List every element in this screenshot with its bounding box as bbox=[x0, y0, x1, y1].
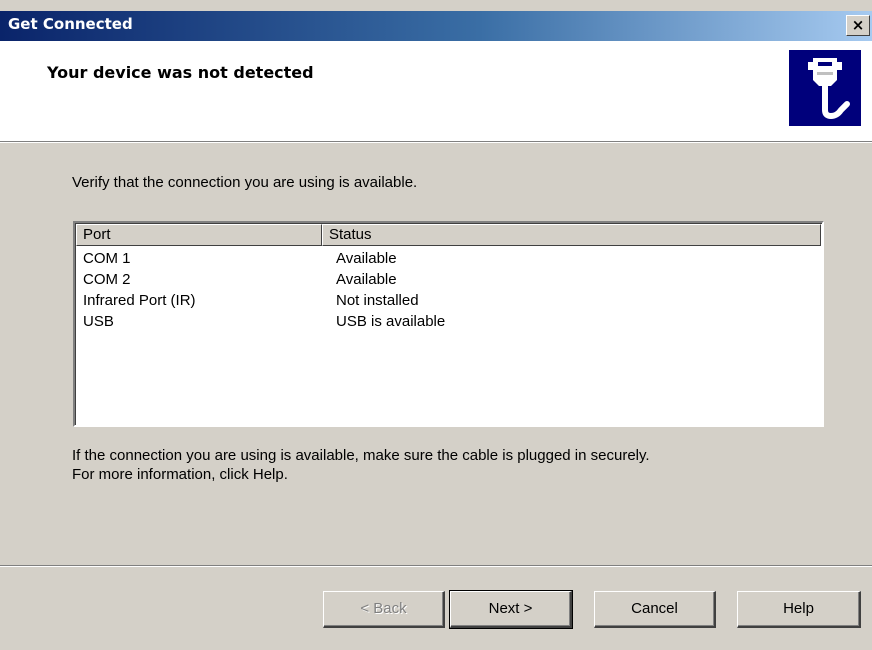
next-button[interactable]: Next > bbox=[449, 590, 573, 629]
column-header-port[interactable]: Port bbox=[76, 224, 322, 246]
port-name: COM 1 bbox=[83, 250, 131, 267]
footer-separator-highlight bbox=[0, 566, 872, 567]
port-status: Available bbox=[336, 271, 397, 288]
port-status: USB is available bbox=[336, 313, 446, 330]
column-header-status[interactable]: Status bbox=[322, 224, 821, 246]
cancel-button[interactable]: Cancel bbox=[594, 591, 716, 628]
port-name: Infrared Port (IR) bbox=[83, 292, 196, 309]
port-name: COM 2 bbox=[83, 271, 131, 288]
help-text-line-2: For more information, click Help. bbox=[72, 466, 288, 483]
list-item[interactable]: COM 1 Available bbox=[75, 250, 820, 269]
port-name: USB bbox=[83, 313, 114, 330]
intro-text: Verify that the connection you are using… bbox=[72, 174, 418, 191]
port-status: Not installed bbox=[336, 292, 419, 309]
get-connected-dialog: Get Connected × Your device was not dete… bbox=[0, 0, 872, 650]
window-title: Get Connected bbox=[8, 15, 133, 33]
wizard-header: Your device was not detected bbox=[0, 41, 872, 141]
port-list-header: Port Status bbox=[76, 224, 821, 246]
back-button[interactable]: < Back bbox=[323, 591, 445, 628]
list-item[interactable]: Infrared Port (IR) Not installed bbox=[75, 292, 820, 311]
help-button[interactable]: Help bbox=[737, 591, 861, 628]
help-text: If the connection you are using is avail… bbox=[72, 446, 650, 484]
port-list[interactable]: Port Status COM 1 Available COM 2 Availa… bbox=[73, 221, 824, 427]
list-item[interactable]: COM 2 Available bbox=[75, 271, 820, 290]
port-status: Available bbox=[336, 250, 397, 267]
header-separator-highlight bbox=[0, 142, 872, 143]
close-icon: × bbox=[851, 16, 865, 34]
list-item[interactable]: USB USB is available bbox=[75, 313, 820, 332]
help-text-line-1: If the connection you are using is avail… bbox=[72, 447, 650, 464]
cable-connector-icon bbox=[789, 50, 861, 126]
title-bar[interactable]: Get Connected × bbox=[0, 11, 872, 41]
header-title: Your device was not detected bbox=[47, 63, 314, 82]
close-button[interactable]: × bbox=[846, 15, 870, 36]
